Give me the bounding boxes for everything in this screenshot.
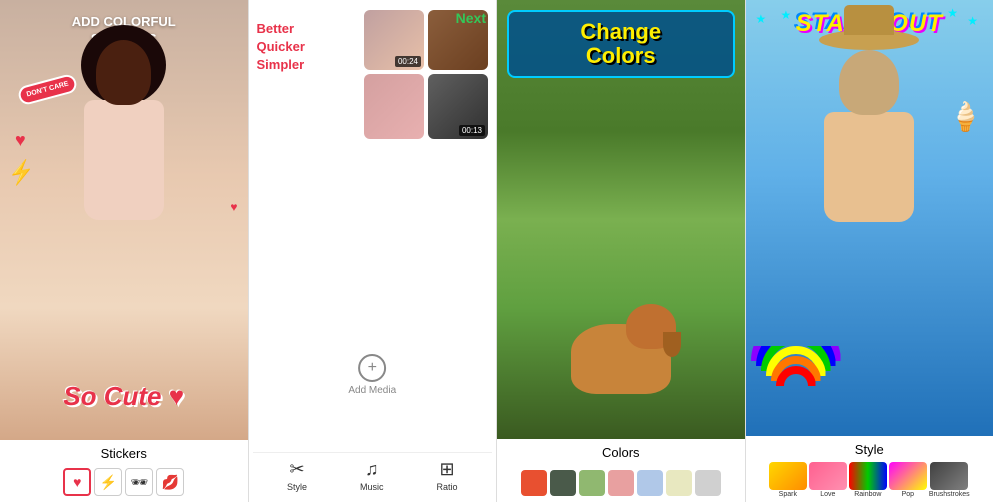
panel1-background: ADD COLORFULSTICKERS DON'T CARE ♥ ⚡ ♥ So…: [0, 0, 248, 440]
panel3-image-area: ChangeColors: [497, 0, 745, 439]
panel4-background: STAND OUT ★ ★ ★ ★: [746, 0, 993, 436]
music-icon: ♫: [365, 459, 379, 480]
change-colors-title: ChangeColors: [517, 20, 725, 68]
media-thumb-4[interactable]: 00:13: [428, 74, 488, 139]
star-icon-2: ★: [781, 8, 792, 22]
color-swatch-2[interactable]: [550, 470, 576, 496]
media-duration-1: 00:24: [395, 56, 421, 67]
style-swatch-row: Spark Love Rainbow Pop Brushstrokes: [750, 462, 990, 498]
toolbar-ratio-label: Ratio: [436, 482, 457, 492]
add-media-label: Add Media: [348, 385, 396, 396]
panel1-image-area: ADD COLORFULSTICKERS DON'T CARE ♥ ⚡ ♥ So…: [0, 0, 248, 440]
panel3-background: ChangeColors: [497, 0, 745, 439]
media-thumb-3[interactable]: ☛: [364, 74, 424, 139]
style-swatch-spark[interactable]: Spark: [769, 462, 807, 498]
glasses-swatch[interactable]: 🕶: [125, 468, 153, 496]
app-container: ADD COLORFULSTICKERS DON'T CARE ♥ ⚡ ♥ So…: [0, 0, 993, 502]
spark-label: Spark: [779, 491, 797, 498]
panel-stickers: ADD COLORFULSTICKERS DON'T CARE ♥ ⚡ ♥ So…: [0, 0, 249, 502]
hat-top: [844, 5, 894, 35]
lightning-sticker: ⚡: [6, 158, 38, 188]
dog-ear: [663, 332, 681, 357]
toolbar: ✂ Style ♫ Music ⊞ Ratio: [253, 452, 493, 498]
person4-body: [824, 112, 914, 222]
popsicle-icon: 🍦: [948, 100, 983, 133]
panel-style: STAND OUT ★ ★ ★ ★: [746, 0, 993, 502]
style-swatch-rainbow[interactable]: Rainbow: [849, 462, 887, 498]
rainbow-label: Rainbow: [854, 491, 881, 498]
colors-label-row: Colors: [602, 445, 640, 465]
person-head: [96, 40, 151, 105]
sticker-swatch-row: ♥ ⚡ 🕶 💋: [4, 466, 244, 498]
dog-background: ChangeColors: [497, 0, 745, 439]
color-swatch-1[interactable]: [521, 470, 547, 496]
media-thumb-1[interactable]: 00:24: [364, 10, 424, 70]
style-swatch-love[interactable]: Love: [809, 462, 847, 498]
star-icon-3: ★: [967, 14, 978, 28]
panel4-bottom: Style Spark Love Rainbow Pop: [746, 436, 993, 502]
panel-media: Next BetterQuickerSimpler 00:24 ☛ 00:13: [249, 0, 498, 502]
star-icon-4: ★: [947, 6, 958, 20]
lips-swatch[interactable]: 💋: [156, 468, 184, 496]
add-media-button[interactable]: + Add Media: [348, 354, 396, 396]
ratio-icon: ⊞: [439, 459, 454, 480]
dog-figure: [556, 304, 686, 404]
person-body: [84, 100, 164, 220]
lightning-swatch[interactable]: ⚡: [94, 468, 122, 496]
next-button[interactable]: Next: [456, 10, 486, 26]
love-swatch: [809, 462, 847, 490]
color-swatch-3[interactable]: [579, 470, 605, 496]
panel1-label: Stickers: [101, 446, 147, 461]
media-duration-2: 00:13: [459, 125, 485, 136]
style-background: STAND OUT ★ ★ ★ ★: [746, 0, 993, 436]
add-media-circle-icon: +: [358, 354, 386, 382]
pop-label: Pop: [902, 491, 914, 498]
toolbar-style[interactable]: ✂ Style: [287, 459, 307, 492]
color-title-box: ChangeColors: [507, 10, 735, 78]
style-icon: ✂: [289, 459, 304, 480]
style-swatch-pop[interactable]: Pop: [889, 462, 927, 498]
color-swatch-4[interactable]: [608, 470, 634, 496]
color-swatch-7[interactable]: [695, 470, 721, 496]
panel-colors: ChangeColors Colors: [497, 0, 746, 502]
afro-hair: [81, 25, 166, 105]
person-figure: [69, 40, 179, 270]
panel2-image-area: Next BetterQuickerSimpler 00:24 ☛ 00:13: [249, 0, 497, 446]
socute-sticker: So Cute ♥: [8, 381, 240, 412]
toolbar-style-label: Style: [287, 482, 307, 492]
pop-swatch: [889, 462, 927, 490]
media-tagline: BetterQuickerSimpler: [257, 20, 337, 75]
toolbar-ratio[interactable]: ⊞ Ratio: [436, 459, 457, 492]
heart-sticker-2: ♥: [230, 200, 237, 214]
panel1-bottom: Stickers ♥ ⚡ 🕶 💋: [0, 440, 248, 502]
panel3-label: Colors: [602, 445, 640, 460]
media-text-area: BetterQuickerSimpler: [257, 20, 337, 75]
person4-head: [839, 50, 899, 115]
heart-sticker-1: ♥: [15, 130, 26, 151]
panel2-bottom: ✂ Style ♫ Music ⊞ Ratio: [249, 446, 497, 502]
rainbow-red: [776, 366, 816, 406]
media-grid: 00:24 ☛ 00:13: [364, 10, 488, 139]
style-swatch-brushstrokes[interactable]: Brushstrokes: [929, 462, 970, 498]
heart-swatch[interactable]: ♥: [63, 468, 91, 496]
rainbow-container: [751, 346, 841, 406]
color-swatch-row: [501, 468, 741, 498]
toolbar-music[interactable]: ♫ Music: [360, 459, 384, 492]
star-icon-1: ★: [756, 12, 767, 26]
toolbar-music-label: Music: [360, 482, 384, 492]
rainbow-swatch: [849, 462, 887, 490]
love-label: Love: [820, 491, 835, 498]
person4-figure: [809, 50, 929, 250]
panel4-image-area: STAND OUT ★ ★ ★ ★: [746, 0, 993, 436]
panel3-bottom: Colors: [497, 439, 745, 502]
panel2-background: Next BetterQuickerSimpler 00:24 ☛ 00:13: [249, 0, 497, 446]
color-swatch-5[interactable]: [637, 470, 663, 496]
color-swatch-6[interactable]: [666, 470, 692, 496]
panel4-label: Style: [855, 442, 884, 457]
spark-swatch: [769, 462, 807, 490]
brushstrokes-label: Brushstrokes: [929, 491, 970, 498]
brushstrokes-swatch: [930, 462, 968, 490]
